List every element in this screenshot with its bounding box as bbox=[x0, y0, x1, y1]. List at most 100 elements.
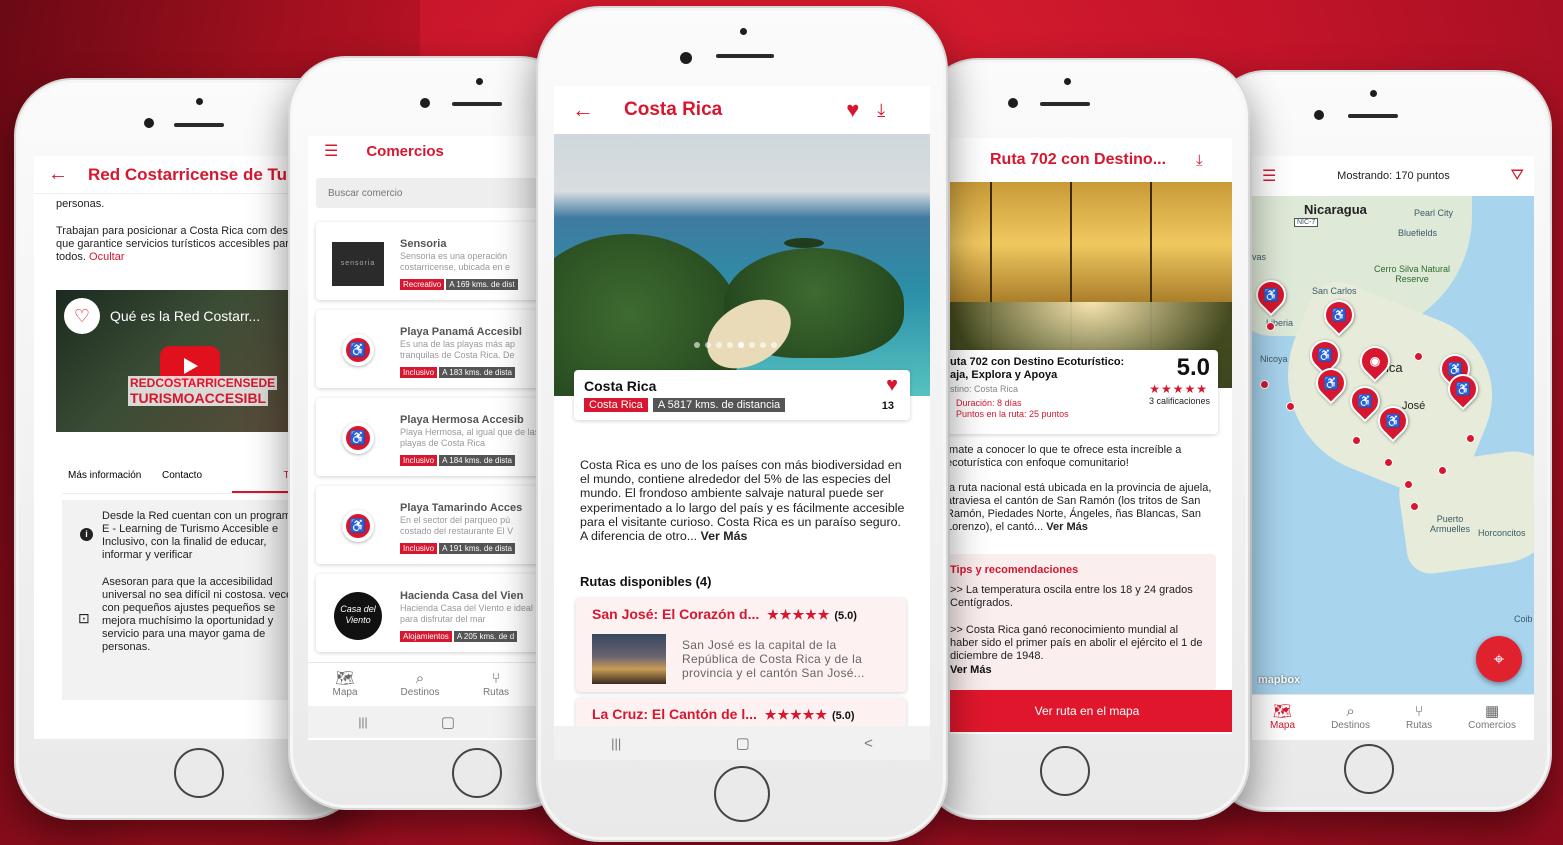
commerce-card[interactable]: ♿ Playa Panamá Accesibl Es una de las play… bbox=[316, 310, 558, 388]
nav-rutas[interactable]: ⑂ Rutas bbox=[1406, 703, 1432, 732]
route-icon: ⑂ bbox=[1414, 703, 1424, 720]
route-card-san-jose[interactable]: San José: El Corazón d... ★★★★★ (5.0) Sa… bbox=[576, 598, 906, 692]
system-home-button[interactable]: ▢ bbox=[736, 734, 750, 752]
map-dot[interactable] bbox=[1404, 480, 1413, 489]
nav-destinos[interactable]: ⌕ Destinos bbox=[382, 671, 458, 699]
map-view[interactable]: Nicaragua NIC-7 Pearl City Bluefields Ce… bbox=[1252, 196, 1534, 694]
tips-ver-mas[interactable]: Ver Más bbox=[950, 664, 992, 676]
back-arrow-icon[interactable]: ← bbox=[48, 163, 68, 186]
locate-button[interactable]: ⌖ bbox=[1476, 636, 1522, 682]
map-dot[interactable] bbox=[1352, 436, 1361, 445]
tab-contacto[interactable]: Contacto bbox=[162, 460, 232, 493]
download-icon[interactable]: ⤓ bbox=[1196, 152, 1203, 169]
speaker-grill bbox=[1040, 102, 1090, 106]
map-icon: 🗺 bbox=[1273, 703, 1293, 720]
hide-link[interactable]: Ocultar bbox=[89, 251, 124, 263]
land-panama bbox=[1395, 445, 1534, 577]
route-summary-card[interactable]: uta 702 con Destino Ecoturístico: aja, E… bbox=[950, 350, 1218, 434]
map-icon: 🗺 bbox=[335, 670, 355, 687]
commerce-name: Playa Tamarindo Acces bbox=[400, 502, 523, 514]
like-heart-icon[interactable]: ♥ bbox=[886, 374, 898, 397]
ver-mas-link[interactable]: Ver Más bbox=[1046, 521, 1088, 533]
view-route-map-button[interactable]: Ver ruta en el mapa bbox=[950, 690, 1232, 732]
search-input[interactable] bbox=[316, 178, 558, 208]
map-dot[interactable] bbox=[1266, 322, 1275, 331]
commerce-card[interactable]: ♿ Playa Tamarindo Acces En el sector del p… bbox=[316, 486, 558, 564]
rating-stars: ★★★★★ bbox=[764, 707, 829, 722]
route-title: La Cruz: El Cantón de l... ★★★★★ (5.0) bbox=[592, 706, 855, 722]
label-pearl-city: Pearl City bbox=[1414, 208, 1454, 218]
commerce-card[interactable]: sensoria Sensoria Sensoria es una operació… bbox=[316, 222, 558, 300]
commerce-card[interactable]: ♿ Playa Hermosa Accesib Playa Hermosa, al … bbox=[316, 398, 558, 476]
tip-2: Asesoran para que la accesibilidad unive… bbox=[102, 576, 298, 653]
page-title: Ruta 702 con Destino... bbox=[990, 151, 1167, 168]
commerce-desc: En el sector del parqueo pú costado del … bbox=[400, 515, 514, 536]
tips-box: Tips y recomendaciones >> La temperatura… bbox=[950, 554, 1216, 690]
speaker-grill bbox=[1348, 114, 1398, 118]
map-dot[interactable] bbox=[1260, 380, 1269, 389]
mapbox-logo: mapbox bbox=[1258, 674, 1301, 686]
sensor-dot bbox=[476, 78, 483, 85]
map-dot[interactable] bbox=[1438, 466, 1447, 475]
commerce-name: Playa Hermosa Accesib bbox=[400, 414, 524, 426]
destination-description: Costa Rica es uno de los países con más … bbox=[580, 458, 905, 544]
accessibility-pin-icon: ♿ bbox=[342, 334, 374, 366]
distance-tag: A 169 kms. de dist bbox=[446, 279, 518, 290]
nav-mapa[interactable]: 🗺 Mapa bbox=[308, 670, 382, 699]
map-dot[interactable] bbox=[1414, 352, 1423, 361]
nav-destinos[interactable]: ⌕ Destinos bbox=[1331, 704, 1370, 732]
page-title: Comercios bbox=[366, 142, 444, 160]
route-description: San José es la capital de la República d… bbox=[682, 638, 865, 680]
category-tag: Inclusivo bbox=[400, 543, 438, 554]
tab-mas-informacion[interactable]: Más información bbox=[62, 460, 162, 493]
commerce-card[interactable]: Casa del Viento Hacienda Casa del Vien Hac… bbox=[316, 574, 558, 652]
map-dot[interactable] bbox=[1286, 402, 1295, 411]
recents-button[interactable]: ||| bbox=[611, 736, 621, 751]
nav-comercios[interactable]: ▦ Comercios bbox=[1468, 704, 1516, 732]
commerce-name: Sensoria bbox=[400, 238, 447, 250]
system-back-button[interactable]: < bbox=[864, 735, 873, 752]
hero-photo bbox=[554, 134, 930, 396]
commerce-desc: Playa Hermosa, al igual que de las playa… bbox=[400, 427, 540, 448]
distance-tag: A 191 kms. de dista bbox=[439, 543, 515, 554]
label-nicaragua: Nicaragua bbox=[1304, 202, 1367, 217]
map-dot[interactable] bbox=[1466, 434, 1475, 443]
rating-value: (5.0) bbox=[834, 610, 857, 622]
phone-ruta: Ruta 702 con Destino... ⤓ uta 702 con De… bbox=[920, 58, 1250, 820]
map-dot[interactable] bbox=[1410, 502, 1419, 511]
nav-mapa[interactable]: 🗺 Mapa bbox=[1270, 703, 1295, 732]
channel-logo: ♡ bbox=[64, 298, 100, 334]
app-bar: ← Red Costarricense de Tu bbox=[34, 156, 306, 194]
home-button[interactable] bbox=[1344, 744, 1394, 794]
category-tag: Recreativo bbox=[400, 279, 445, 290]
video-thumbnail[interactable]: ♡ Qué es la Red Costarr... REDCOSTARRICE… bbox=[56, 290, 306, 432]
route-title: San José: El Corazón d... ★★★★★ (5.0) bbox=[592, 606, 857, 622]
label-bluefields: Bluefields bbox=[1398, 228, 1438, 238]
label-cerro-silva: Cerro Silva Natural Reserve bbox=[1373, 264, 1451, 284]
filter-icon[interactable]: ⛛ bbox=[1511, 167, 1524, 185]
distance-tag: A 184 kms. de dista bbox=[439, 455, 515, 466]
home-button[interactable] bbox=[714, 766, 770, 822]
favorite-heart-icon[interactable]: ♥ bbox=[846, 97, 859, 123]
system-home-button[interactable]: ▢ bbox=[418, 713, 478, 731]
home-button[interactable] bbox=[1040, 746, 1090, 796]
nav-rutas[interactable]: ⑂ Rutas bbox=[458, 671, 534, 699]
front-camera bbox=[1008, 98, 1018, 108]
tips-header: Tips y recomendaciones bbox=[950, 564, 1079, 576]
sensor-dot bbox=[1370, 90, 1377, 97]
menu-icon[interactable]: ☰ bbox=[1262, 166, 1276, 186]
screen-comercios: ☰ Comercios sensoria SensoriaSensoria es … bbox=[308, 136, 558, 740]
destination-card[interactable]: Costa Rica Costa Rica A 5817 kms. de dis… bbox=[574, 370, 910, 420]
home-button[interactable] bbox=[452, 748, 502, 798]
map-dot[interactable] bbox=[1384, 458, 1393, 467]
ver-mas-link[interactable]: Ver Más bbox=[701, 529, 748, 543]
download-icon[interactable]: ⤓ bbox=[877, 100, 885, 121]
video-brand-line1: REDCOSTARRICENSEDE bbox=[128, 376, 278, 390]
back-arrow-icon[interactable]: ← bbox=[572, 97, 594, 123]
bottom-nav: 🗺 Mapa ⌕ Destinos ⑂ Rutas ▦ Comercios bbox=[1252, 694, 1534, 740]
home-button[interactable] bbox=[174, 748, 224, 798]
menu-icon[interactable]: ☰ bbox=[324, 141, 338, 161]
front-camera bbox=[144, 118, 154, 128]
route-destino: stino: Costa Rica bbox=[950, 384, 1019, 394]
recents-button[interactable]: ||| bbox=[308, 715, 418, 729]
